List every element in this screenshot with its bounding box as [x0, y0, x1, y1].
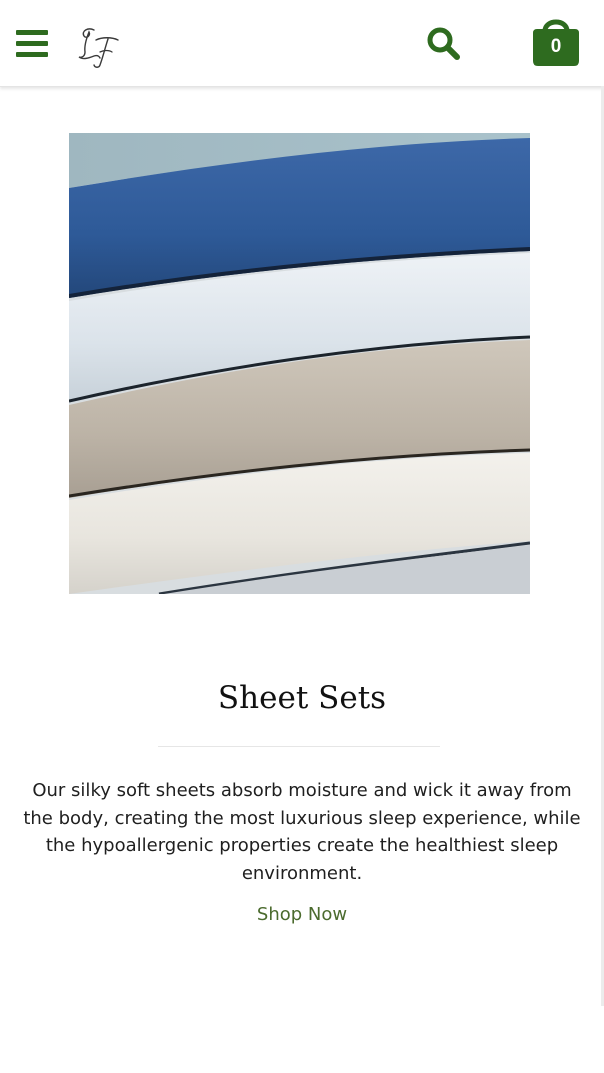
section-title: Sheet Sets [217, 680, 387, 716]
section-description: Our silky soft sheets absorb moisture an… [23, 780, 581, 884]
menu-button[interactable] [15, 27, 49, 59]
page: 0 Sheet Sets Our silky soft sheets absor… [0, 0, 604, 1073]
search-icon [427, 27, 460, 60]
menu-bar [16, 52, 48, 57]
logo-monogram-icon [78, 28, 119, 68]
menu-bar [16, 30, 48, 35]
title-divider [158, 746, 440, 747]
site-header: 0 [0, 0, 604, 87]
shop-now-link[interactable]: Shop Now [0, 902, 604, 928]
cart-button[interactable]: 0 [528, 11, 584, 69]
menu-bar [16, 41, 48, 46]
cart-count-badge: 0 [550, 36, 562, 57]
shop-now-label[interactable]: Shop Now [257, 904, 347, 925]
sheet-sets-image[interactable] [69, 133, 530, 594]
search-button[interactable] [425, 25, 463, 63]
folded-sheets-image [69, 133, 530, 594]
brand-logo[interactable] [72, 21, 124, 73]
